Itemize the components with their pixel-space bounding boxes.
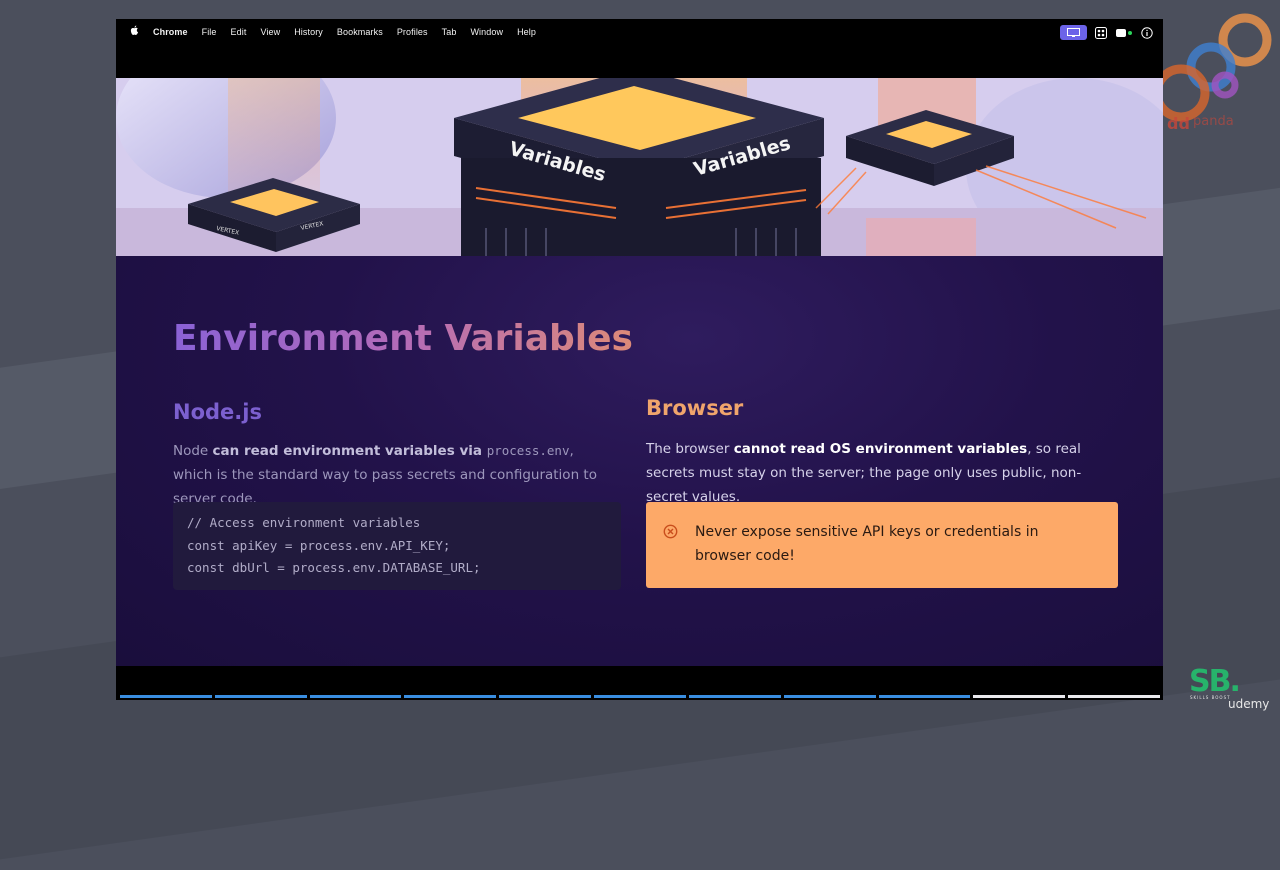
svg-text:panda: panda: [1193, 114, 1234, 129]
screen-share-icon[interactable]: [1060, 25, 1087, 40]
sb-logo: SB.: [1189, 664, 1241, 699]
progress-segment[interactable]: [688, 695, 781, 698]
mac-menu-bar: Chrome File Edit View History Bookmarks …: [116, 19, 1163, 45]
hero-illustration: VERTEX VERTEX Variables Variables: [116, 78, 1163, 256]
menu-edit[interactable]: Edit: [231, 27, 247, 37]
progress-segment[interactable]: [309, 695, 402, 698]
code-line: const dbUrl = process.env.DATABASE_URL;: [187, 560, 481, 575]
progress-segment[interactable]: [404, 695, 497, 698]
menu-view[interactable]: View: [260, 27, 280, 37]
svg-text:dd: dd: [1167, 114, 1190, 130]
menu-tab[interactable]: Tab: [442, 27, 457, 37]
code-line: // Access environment variables: [187, 515, 421, 530]
progress-segment[interactable]: [783, 695, 876, 698]
progress-segment[interactable]: [214, 695, 307, 698]
progress-segment[interactable]: [1068, 695, 1160, 698]
menu-file[interactable]: File: [202, 27, 217, 37]
slide-progress[interactable]: [120, 695, 1160, 698]
nodejs-text-bold: can read environment variables via: [212, 443, 487, 459]
udemy-logo: udemy: [1228, 697, 1270, 711]
browser-text-start: The browser: [646, 441, 734, 457]
nodejs-inline-code: process.env: [486, 443, 570, 458]
menu-app-name[interactable]: Chrome: [153, 27, 188, 37]
nodejs-text-start: Node: [173, 443, 213, 459]
code-line: const apiKey = process.env.API_KEY;: [187, 538, 451, 553]
camera-status-icon[interactable]: [1115, 27, 1133, 39]
sb-tagline: SKILLS BOOST: [1190, 695, 1231, 700]
slide-title: Environment Variables: [173, 318, 633, 359]
warning-text: Never expose sensitive API keys or crede…: [695, 524, 1039, 564]
menu-help[interactable]: Help: [517, 27, 536, 37]
ddpanda-logo: dd panda: [1152, 13, 1272, 130]
menu-window[interactable]: Window: [470, 27, 503, 37]
progress-segment[interactable]: [499, 695, 592, 698]
code-block: // Access environment variables const ap…: [173, 502, 621, 590]
hero-image: VERTEX VERTEX Variables Variables: [116, 78, 1163, 256]
browser-description: The browser cannot read OS environment v…: [646, 437, 1121, 509]
progress-segment[interactable]: [594, 695, 686, 698]
control-center-icon[interactable]: [1095, 26, 1107, 39]
warning-callout: Never expose sensitive API keys or crede…: [646, 502, 1118, 588]
menu-history[interactable]: History: [294, 27, 323, 37]
nodejs-description: Node can read environment variables via …: [173, 439, 613, 511]
info-icon[interactable]: [1141, 26, 1153, 39]
progress-segment[interactable]: [878, 695, 971, 698]
menu-profiles[interactable]: Profiles: [397, 27, 428, 37]
nodejs-heading: Node.js: [173, 400, 262, 424]
slide: Environment Variables Node.js Node can r…: [116, 256, 1163, 666]
progress-segment[interactable]: [973, 695, 1066, 698]
browser-text-bold: cannot read OS environment variables: [733, 441, 1028, 457]
browser-screen: Chrome File Edit View History Bookmarks …: [116, 19, 1163, 700]
apple-icon[interactable]: [130, 25, 139, 36]
error-circle-icon: [663, 524, 678, 539]
progress-segment[interactable]: [120, 695, 212, 698]
menu-bookmarks[interactable]: Bookmarks: [337, 27, 383, 37]
browser-heading: Browser: [646, 396, 744, 420]
